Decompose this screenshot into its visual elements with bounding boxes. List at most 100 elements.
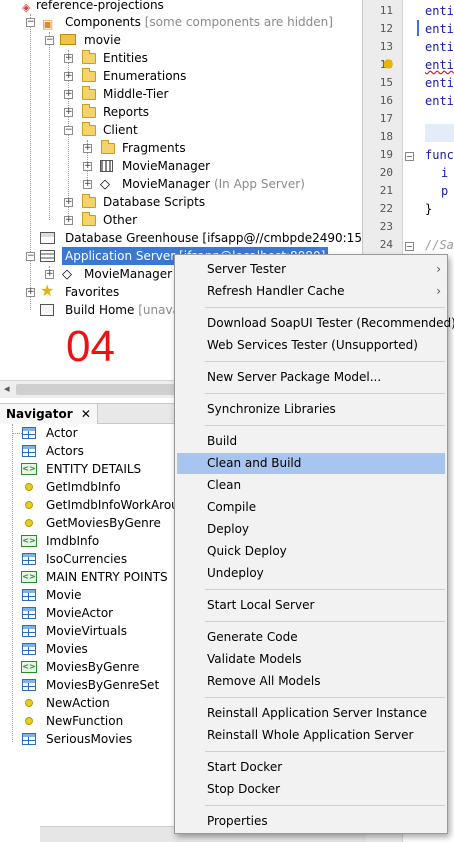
navigator-tab[interactable]: Navigator ✕ xyxy=(0,404,98,424)
menu-item-start-local-server[interactable]: Start Local Server xyxy=(177,595,445,616)
folder-icon xyxy=(82,122,96,136)
menu-item-stop-docker[interactable]: Stop Docker xyxy=(177,779,445,800)
expand-icon[interactable]: + xyxy=(64,72,73,81)
menu-item-reinstall-whole[interactable]: Reinstall Whole Application Server xyxy=(177,725,445,746)
list-item-label: NewFunction xyxy=(46,714,124,728)
line-number: 13 xyxy=(379,40,393,53)
menu-separator xyxy=(205,621,445,622)
tree-node-label: reference-projections xyxy=(36,0,164,12)
star-icon: ★ xyxy=(40,281,55,300)
fold-icon[interactable]: − xyxy=(405,152,414,161)
list-item-label: GetImdbInfo xyxy=(46,480,121,494)
expand-icon[interactable]: + xyxy=(64,198,73,207)
menu-separator xyxy=(205,697,445,698)
folder-icon xyxy=(82,212,96,226)
server-icon xyxy=(40,250,55,262)
menu-item-validate-models[interactable]: Validate Models xyxy=(177,649,445,670)
collapse-icon[interactable]: − xyxy=(64,126,73,135)
menu-item-build[interactable]: Build xyxy=(177,431,445,452)
tree-node-label: Database Greenhouse [ifsapp@//cmbpde2490… xyxy=(65,231,362,245)
menu-item-synchronize-libraries[interactable]: Synchronize Libraries xyxy=(177,399,445,420)
line-number: 18 xyxy=(379,130,393,143)
menu-item-reinstall-instance[interactable]: Reinstall Application Server Instance xyxy=(177,703,445,724)
line-number: 12 xyxy=(379,22,393,35)
expand-icon[interactable]: + xyxy=(64,216,73,225)
menu-item-web-services-tester[interactable]: Web Services Tester (Unsupported) xyxy=(177,335,445,356)
menu-item-refresh-handler-cache[interactable]: Refresh Handler Cache › xyxy=(177,281,445,302)
menu-separator xyxy=(205,393,445,394)
tree-node-label: MovieManager xyxy=(84,267,173,281)
menu-item-generate-code[interactable]: Generate Code xyxy=(177,627,445,648)
line-number: 22 xyxy=(379,202,393,215)
tree-node-label: Fragments xyxy=(122,141,186,155)
list-item-label: GetMoviesByGenre xyxy=(46,516,161,530)
close-icon[interactable]: ✕ xyxy=(81,407,91,421)
table-icon xyxy=(22,625,36,637)
collapse-icon[interactable]: − xyxy=(45,36,54,45)
table-icon xyxy=(22,679,36,691)
menu-item-quick-deploy[interactable]: Quick Deploy xyxy=(177,541,445,562)
menu-item-deploy[interactable]: Deploy xyxy=(177,519,445,540)
tree-node-label: MovieManager (In App Server) xyxy=(122,177,305,191)
function-dot-icon xyxy=(25,717,33,725)
menu-separator xyxy=(205,751,445,752)
line-number: 21 xyxy=(379,184,393,197)
menu-item-start-docker[interactable]: Start Docker xyxy=(177,757,445,778)
menu-separator xyxy=(205,361,445,362)
list-item-label: MoviesByGenre xyxy=(46,660,140,674)
list-item-label: Actors xyxy=(46,444,84,458)
expand-icon[interactable]: + xyxy=(83,180,92,189)
code-line: func xyxy=(425,148,454,162)
code-line: enti xyxy=(425,22,454,36)
tree-node-label: Favorites xyxy=(65,285,120,299)
menu-item-properties[interactable]: Properties xyxy=(177,811,445,832)
scroll-left-icon[interactable]: ◂ xyxy=(4,382,10,395)
table-icon xyxy=(22,643,36,655)
code-line: p xyxy=(441,184,449,198)
structure-icon: <> xyxy=(21,661,37,673)
expand-icon[interactable]: + xyxy=(64,54,73,63)
list-item-label: MovieActor xyxy=(46,606,114,620)
menu-item-clean[interactable]: Clean xyxy=(177,475,445,496)
menu-item-undeploy[interactable]: Undeploy xyxy=(177,563,445,584)
menu-item-server-tester[interactable]: Server Tester › xyxy=(177,259,445,280)
expand-icon[interactable]: + xyxy=(45,270,54,279)
menu-item-download-soapui[interactable]: Download SoapUI Tester (Recommended) xyxy=(177,313,454,334)
collapse-icon[interactable]: − xyxy=(26,252,35,261)
structure-icon: <> xyxy=(21,571,37,583)
component-icon xyxy=(60,34,76,45)
list-item-label: Movies xyxy=(46,642,88,656)
line-number: 24 xyxy=(379,238,393,251)
table-icon xyxy=(22,589,36,601)
expand-icon[interactable]: + xyxy=(83,144,92,153)
code-line: i xyxy=(441,166,449,180)
menu-item-remove-all-models[interactable]: Remove All Models xyxy=(177,671,445,692)
components-icon: ▣ xyxy=(42,17,54,31)
build-home-icon xyxy=(40,304,54,316)
tree-guide xyxy=(49,32,50,220)
list-item-label: MoviesByGenreSet xyxy=(46,678,160,692)
collapse-icon[interactable]: − xyxy=(26,18,35,27)
list-item-label: MovieVirtuals xyxy=(46,624,127,638)
expand-icon[interactable]: + xyxy=(64,90,73,99)
menu-item-compile[interactable]: Compile xyxy=(177,497,445,518)
tree-guide xyxy=(12,424,13,742)
expand-icon[interactable]: + xyxy=(83,162,92,171)
current-line-highlight xyxy=(425,124,454,142)
expand-icon[interactable]: + xyxy=(64,108,73,117)
menu-item-clean-and-build[interactable]: Clean and Build xyxy=(177,453,445,474)
tree-guide xyxy=(12,433,22,434)
list-item-label: GetImdbInfoWorkArou xyxy=(46,498,179,512)
warning-bulb-icon[interactable]: ● xyxy=(383,56,393,70)
folder-icon xyxy=(82,86,96,100)
code-line: enti xyxy=(425,58,454,72)
diamond-icon: ◇ xyxy=(62,267,72,282)
line-number: 16 xyxy=(379,94,393,107)
line-number: 23 xyxy=(379,220,393,233)
menu-item-new-server-package[interactable]: New Server Package Model... xyxy=(177,367,445,388)
fold-icon[interactable]: − xyxy=(405,242,414,251)
line-number: 11 xyxy=(379,4,393,17)
code-line: enti xyxy=(425,40,454,54)
tree-node-label: Middle-Tier xyxy=(103,87,169,101)
expand-icon[interactable]: + xyxy=(26,288,35,297)
